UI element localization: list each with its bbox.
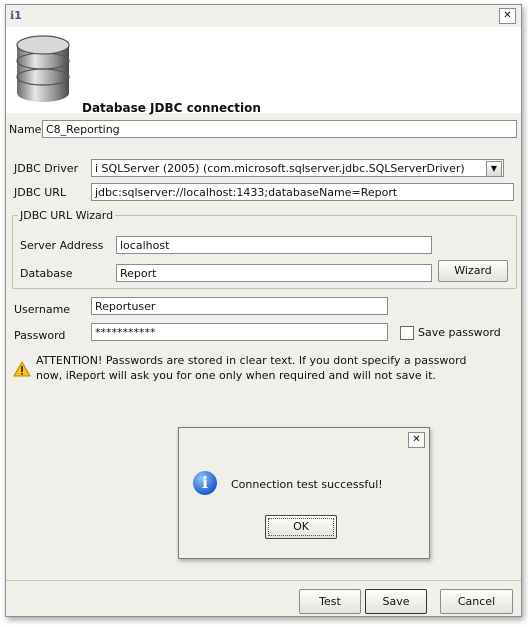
- header-title: Database JDBC connection: [82, 101, 261, 115]
- database-field[interactable]: Report: [116, 264, 432, 282]
- footer-separator: [6, 580, 521, 581]
- warning-line-2: now, iReport will ask you for one only w…: [36, 369, 437, 382]
- chevron-down-icon[interactable]: ▼: [486, 161, 502, 176]
- wizard-group-title: JDBC URL Wizard: [18, 209, 116, 222]
- username-field[interactable]: Reportuser: [91, 297, 388, 315]
- jdbc-url-label: JDBC URL: [14, 186, 67, 199]
- title-bar: ℹ1 ✕: [6, 5, 521, 27]
- database-label: Database: [20, 267, 73, 280]
- test-button[interactable]: Test: [299, 589, 361, 614]
- server-address-field[interactable]: localhost: [116, 236, 432, 254]
- save-button[interactable]: Save: [365, 589, 427, 614]
- connection-test-message-box: ✕ i Connection test successful! OK: [178, 427, 430, 559]
- message-box-close-button[interactable]: ✕: [408, 432, 425, 448]
- app-icon: ℹ1: [10, 9, 22, 22]
- password-field[interactable]: ***********: [91, 323, 388, 341]
- jdbc-url-field[interactable]: jdbc:sqlserver://localhost:1433;database…: [91, 183, 514, 201]
- jdbc-connection-dialog: ℹ1 ✕ Database JDBC connection Name C8_Re…: [5, 4, 522, 617]
- jdbc-driver-label: JDBC Driver: [14, 162, 79, 175]
- jdbc-driver-value: i SQLServer (2005) (com.microsoft.sqlser…: [95, 162, 465, 175]
- ok-label: OK: [268, 518, 334, 536]
- username-label: Username: [14, 303, 71, 316]
- wizard-button[interactable]: Wizard: [438, 260, 508, 282]
- warning-icon: [13, 361, 31, 377]
- database-icon: [16, 35, 70, 102]
- save-password-label: Save password: [418, 326, 501, 339]
- close-button[interactable]: ✕: [499, 8, 516, 24]
- name-label: Name: [9, 123, 42, 136]
- ok-button[interactable]: OK: [265, 515, 337, 539]
- message-text: Connection test successful!: [231, 478, 383, 491]
- password-label: Password: [14, 329, 66, 342]
- cancel-button[interactable]: Cancel: [440, 589, 513, 614]
- password-warning: ATTENTION! Passwords are stored in clear…: [36, 353, 506, 383]
- name-field[interactable]: C8_Reporting: [42, 120, 517, 138]
- info-icon: i: [193, 471, 217, 495]
- warning-line-1: ATTENTION! Passwords are stored in clear…: [36, 354, 467, 367]
- server-address-label: Server Address: [20, 239, 104, 252]
- save-password-checkbox[interactable]: [400, 326, 414, 340]
- dialog-header: Database JDBC connection: [6, 27, 521, 115]
- jdbc-driver-select[interactable]: i SQLServer (2005) (com.microsoft.sqlser…: [91, 159, 504, 177]
